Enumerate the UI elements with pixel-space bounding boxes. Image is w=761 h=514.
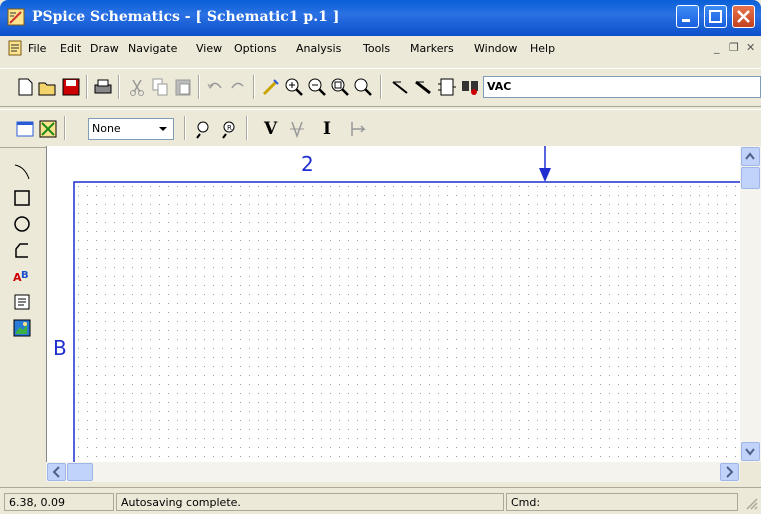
filter-select[interactable]: None [88,118,174,140]
zoom-in-icon[interactable] [283,76,305,98]
document-icon[interactable] [7,40,23,56]
coordinates-readout: 6.38, 0.09 [4,493,114,511]
menu-edit[interactable]: Edit [60,42,81,55]
scroll-right-icon [726,466,734,478]
menu-draw[interactable]: Draw [90,42,119,55]
secondary-toolbar: None R V I [0,109,761,148]
power-marker-icon[interactable] [346,118,368,140]
menu-view[interactable]: View [196,42,222,55]
toolbar-separator [118,75,120,99]
print-icon[interactable] [92,76,114,98]
menu-file[interactable]: File [28,42,46,55]
find-next-icon[interactable]: R [218,118,240,140]
mdi-restore-icon[interactable]: ❐ [729,41,739,54]
close-icon [737,10,750,23]
draw-arc-icon[interactable] [12,162,32,182]
copy-icon[interactable] [149,76,171,98]
border-row-label: B [53,336,67,360]
voltage-marker-button[interactable]: V [264,119,277,139]
toolbar-separator [184,116,186,140]
draw-box-icon[interactable] [12,188,32,208]
border-column-label: 2 [301,152,314,176]
scroll-up-button[interactable] [741,147,760,166]
part-name-input[interactable]: VAC [483,76,761,98]
toolbar-separator [86,75,88,99]
svg-text:R: R [227,124,232,132]
drawing-palette: AB [0,150,46,482]
schematic-grid [73,146,741,462]
scroll-right-button[interactable] [720,463,739,481]
menu-analysis[interactable]: Analysis [296,42,341,55]
chevron-down-icon[interactable] [155,121,171,137]
current-marker-button[interactable]: I [323,119,331,139]
vertical-scroll-thumb[interactable] [741,167,760,189]
draw-block-icon[interactable] [436,76,458,98]
open-icon[interactable] [37,76,59,98]
title-bar: PSpice Schematics - [ Schematic1 p.1 ] [0,0,761,36]
paste-icon[interactable] [172,76,194,98]
main-toolbar: VAC [0,68,761,107]
voltage-diff-marker-icon[interactable] [286,118,308,140]
horizontal-scrollbar[interactable] [46,462,740,482]
zoom-out-icon[interactable] [306,76,328,98]
command-label: Cmd: [506,493,738,511]
status-message: Autosaving complete. [116,493,504,511]
resize-grip-icon[interactable] [744,496,758,510]
menu-markers[interactable]: Markers [410,42,454,55]
scrollbar-corner [740,462,761,482]
close-button[interactable] [732,5,755,28]
text-label-icon[interactable]: AB [12,266,32,286]
draw-bus-icon[interactable] [413,76,435,98]
insert-picture-icon[interactable] [12,318,32,338]
draw-wire-icon[interactable] [390,76,412,98]
draw-polyline-icon[interactable] [12,240,32,260]
menu-help[interactable]: Help [530,42,555,55]
toolbar-separator [253,75,255,99]
draw-circle-icon[interactable] [12,214,32,234]
mdi-minimize-icon[interactable]: _ [714,41,720,54]
save-icon[interactable] [60,76,82,98]
window-title: PSpice Schematics - [ Schematic1 p.1 ] [32,9,340,25]
toolbar-separator [64,116,66,140]
menu-window[interactable]: Window [474,42,517,55]
menu-options[interactable]: Options [234,42,276,55]
status-bar: 6.38, 0.09 Autosaving complete. Cmd: [0,487,761,514]
scroll-left-button[interactable] [47,463,66,481]
symbol-editor-icon[interactable] [37,118,59,140]
text-box-icon[interactable] [12,292,32,312]
horizontal-scroll-thumb[interactable] [67,463,93,481]
menu-navigate[interactable]: Navigate [128,42,177,55]
zoom-area-icon[interactable] [329,76,351,98]
schematic-window-icon[interactable] [14,118,36,140]
maximize-button[interactable] [704,5,727,28]
minimize-icon [682,19,690,22]
scroll-up-icon [745,152,755,160]
cut-icon[interactable] [126,76,148,98]
zoom-fit-icon[interactable] [352,76,374,98]
get-part-icon[interactable] [459,76,481,98]
toolbar-separator [198,75,200,99]
maximize-icon [709,10,722,23]
menu-bar: File Edit Draw Navigate View Options Ana… [0,37,761,59]
mdi-close-icon[interactable]: ✕ [746,41,755,54]
redo-icon[interactable] [227,76,249,98]
toolbar-separator [380,75,382,99]
scroll-down-button[interactable] [741,442,760,461]
scroll-left-icon [52,466,60,478]
new-icon[interactable] [14,76,36,98]
minimize-button[interactable] [676,5,699,28]
undo-icon[interactable] [204,76,226,98]
toolbar-separator [246,116,248,140]
redraw-icon[interactable] [260,76,282,98]
vertical-scrollbar[interactable] [740,146,761,462]
app-icon [7,8,25,26]
menu-tools[interactable]: Tools [363,42,390,55]
find-icon[interactable] [193,118,215,140]
scroll-down-icon [745,448,755,456]
schematic-canvas[interactable]: 2 B [46,146,741,462]
filter-select-value: None [92,122,121,135]
svg-text:B: B [21,270,29,281]
